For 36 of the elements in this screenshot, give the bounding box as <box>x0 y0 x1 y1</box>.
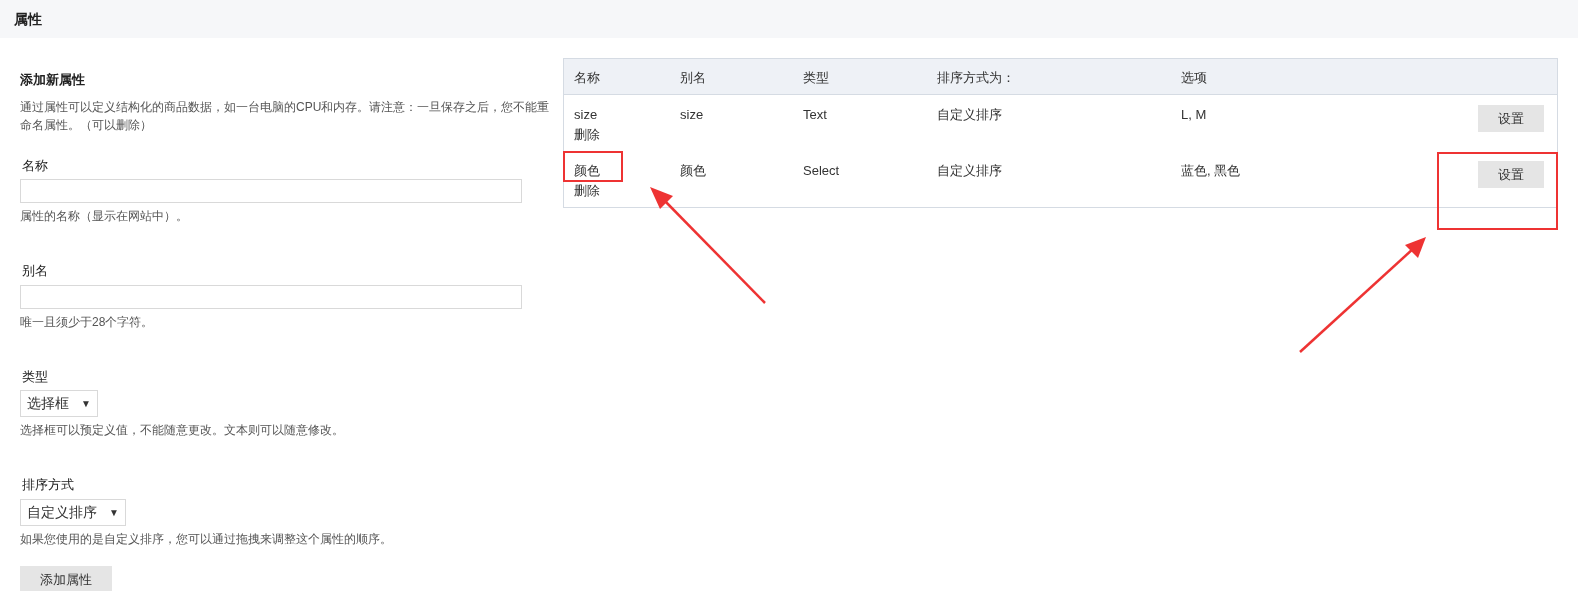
table-cell: Select <box>803 163 840 178</box>
section-heading: 添加新属性 <box>20 71 86 89</box>
table-cell: 颜色 <box>680 163 706 178</box>
settings-button[interactable]: 设置 <box>1478 105 1544 132</box>
settings-button[interactable]: 设置 <box>1478 161 1544 188</box>
delete-link[interactable]: 删除 <box>574 124 600 144</box>
table-cell: 自定义排序 <box>937 107 1002 122</box>
description: 通过属性可以定义结构化的商品数据，如一台电脑的CPU和内存。请注意：一旦保存之后，您不能重命名属性。（可以删除） <box>20 98 550 134</box>
table-cell: Text <box>803 107 827 122</box>
column-header: 名称 <box>574 69 600 85</box>
page-title: 属性 <box>14 9 42 29</box>
table-cell: 自定义排序 <box>937 163 1002 178</box>
column-header: 别名 <box>680 69 706 85</box>
field-label: 名称 <box>22 156 49 175</box>
help-text: 选择框可以预定义值，不能随意更改。文本则可以随意修改。 <box>20 422 345 439</box>
table-cell: size <box>680 107 704 122</box>
table-cell: 蓝色, 黑色 <box>1181 163 1241 178</box>
field-label: 别名 <box>22 262 49 280</box>
highlight-box <box>563 151 623 182</box>
help-text: 唯一且须少于28个字符。 <box>20 313 155 331</box>
help-text: 属性的名称（显示在网站中）。 <box>20 208 189 225</box>
dropdown[interactable]: 选择框 ▼ <box>20 390 98 417</box>
table-cell: L, M <box>1181 107 1207 122</box>
help-text: 如果您使用的是自定义排序，您可以通过拖拽来调整这个属性的顺序。 <box>20 530 393 548</box>
attribute-name: size <box>574 106 598 124</box>
column-header: 类型 <box>803 69 829 85</box>
text-field[interactable] <box>20 179 522 203</box>
column-header: 排序方式为： <box>937 69 1015 85</box>
field-label: 类型 <box>22 367 49 386</box>
dropdown[interactable]: 自定义排序 ▼ <box>20 498 126 526</box>
add-attribute-button[interactable]: 添加属性 <box>20 565 112 591</box>
field-label: 排序方式 <box>22 476 75 494</box>
delete-link[interactable]: 删除 <box>574 180 600 200</box>
column-header: 选项 <box>1181 69 1207 85</box>
attribute-name: 颜色 <box>574 162 600 180</box>
text-field[interactable] <box>20 284 522 309</box>
